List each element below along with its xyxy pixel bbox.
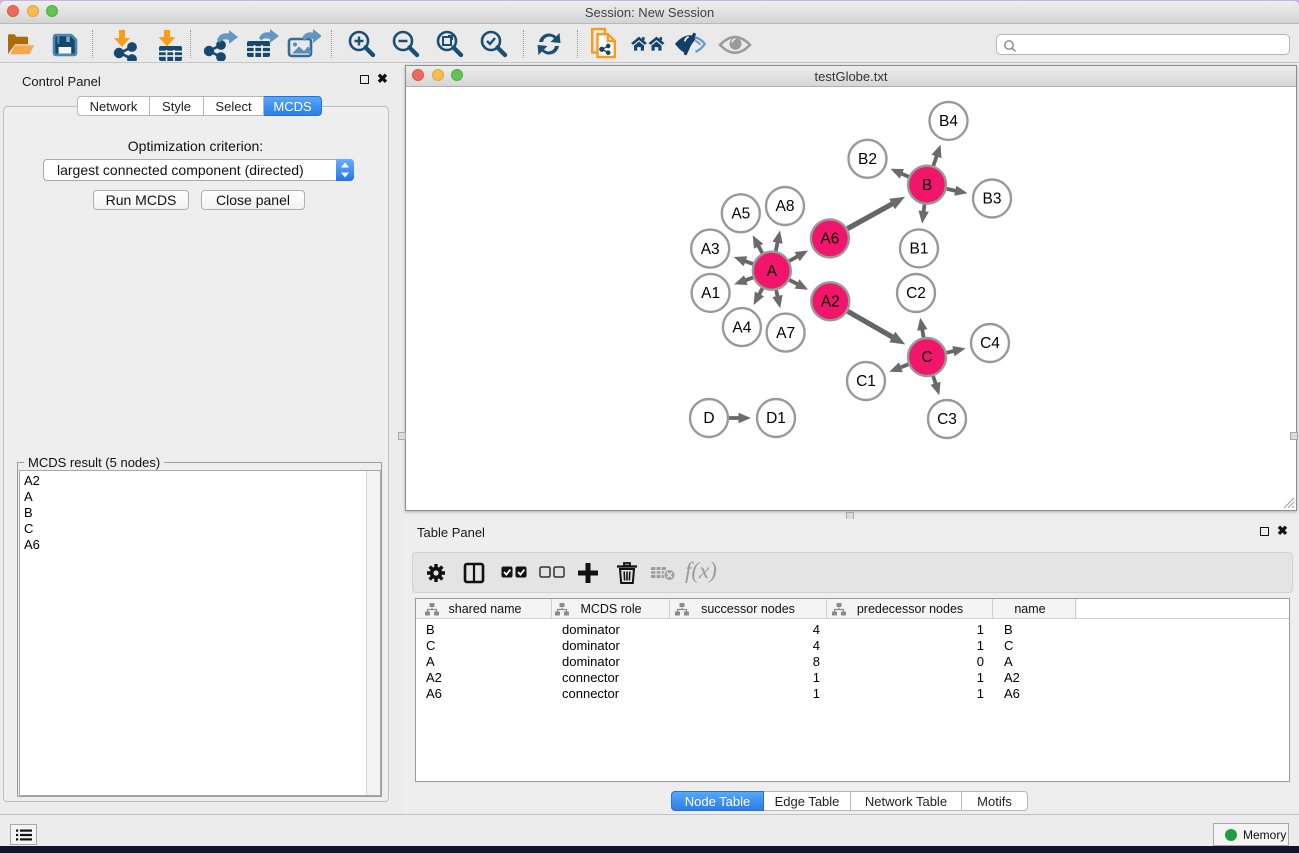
svg-text:B: B [922,177,932,194]
svg-text:C1: C1 [856,373,876,390]
svg-text:A8: A8 [776,198,795,215]
svg-text:C: C [921,349,932,366]
svg-text:B2: B2 [858,151,877,168]
svg-text:A: A [767,263,778,280]
svg-text:A5: A5 [731,206,750,223]
svg-text:D: D [703,410,714,427]
svg-text:B1: B1 [910,241,929,258]
svg-text:A4: A4 [732,319,751,336]
svg-text:B3: B3 [983,191,1002,208]
svg-text:A3: A3 [701,241,720,258]
svg-text:C2: C2 [906,285,926,302]
svg-text:A7: A7 [776,325,795,342]
svg-text:A2: A2 [821,294,840,311]
svg-text:A1: A1 [701,285,720,302]
svg-text:C3: C3 [937,411,957,428]
svg-text:B4: B4 [939,113,958,130]
svg-text:C4: C4 [980,335,1000,352]
svg-text:A6: A6 [820,231,839,248]
svg-text:D1: D1 [766,410,786,427]
